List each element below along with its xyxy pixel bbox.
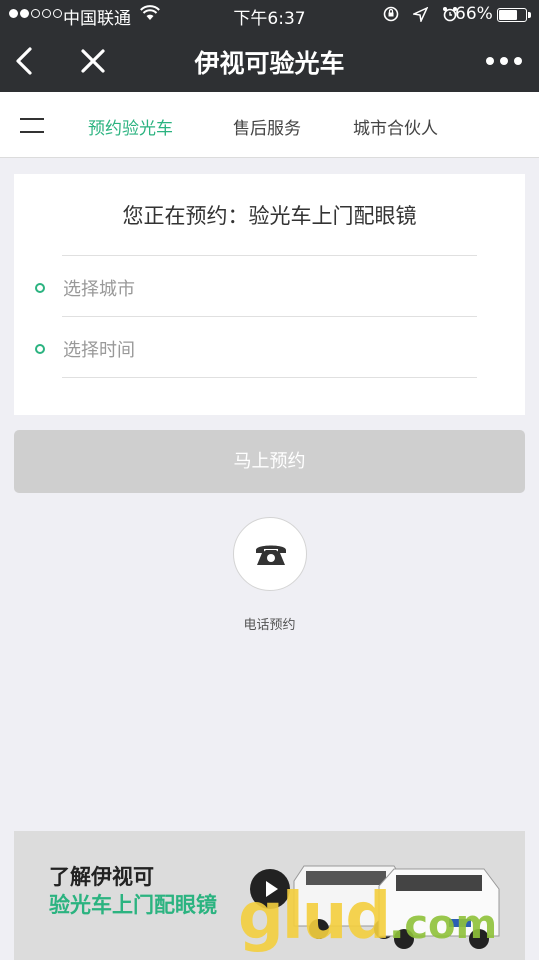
battery-icon	[497, 8, 531, 22]
booking-form-card: 您正在预约：验光车上门配眼镜 选择城市 选择时间	[14, 174, 525, 415]
book-now-button[interactable]: 马上预约	[14, 430, 525, 493]
page-title: 伊视可验光车	[194, 49, 345, 78]
booking-heading: 您正在预约：验光车上门配眼镜	[122, 204, 417, 228]
rotation-lock-icon	[383, 6, 399, 22]
battery-percentage: 66%	[455, 4, 493, 24]
menu-icon[interactable]	[20, 114, 46, 136]
divider	[62, 377, 477, 378]
city-select[interactable]: 选择城市	[62, 256, 477, 316]
site-watermark: glud.com	[238, 880, 498, 954]
city-bullet-icon	[35, 283, 45, 293]
navigation-bar: 伊视可验光车	[0, 30, 539, 92]
location-icon	[413, 6, 428, 22]
tab-book-optometry-van[interactable]: 预约验光车	[88, 114, 173, 139]
telephone-icon	[256, 545, 286, 565]
time-placeholder: 选择时间	[63, 340, 135, 361]
phone-booking-label: 电话预约	[243, 618, 296, 633]
phone-booking-button[interactable]	[233, 517, 307, 591]
time-bullet-icon	[35, 344, 45, 354]
tab-city-partner[interactable]: 城市合伙人	[353, 114, 438, 139]
banner-title: 了解伊视可	[49, 865, 154, 889]
more-options-icon[interactable]	[484, 52, 524, 70]
tab-after-sales-service[interactable]: 售后服务	[233, 114, 301, 139]
tab-bar: 预约验光车 售后服务 城市合伙人	[0, 92, 539, 158]
city-placeholder: 选择城市	[63, 279, 135, 300]
banner-subtitle: 验光车上门配眼镜	[49, 893, 217, 917]
status-bar: 中国联通 下午6:37 66%	[0, 0, 539, 30]
time-select[interactable]: 选择时间	[62, 317, 477, 377]
